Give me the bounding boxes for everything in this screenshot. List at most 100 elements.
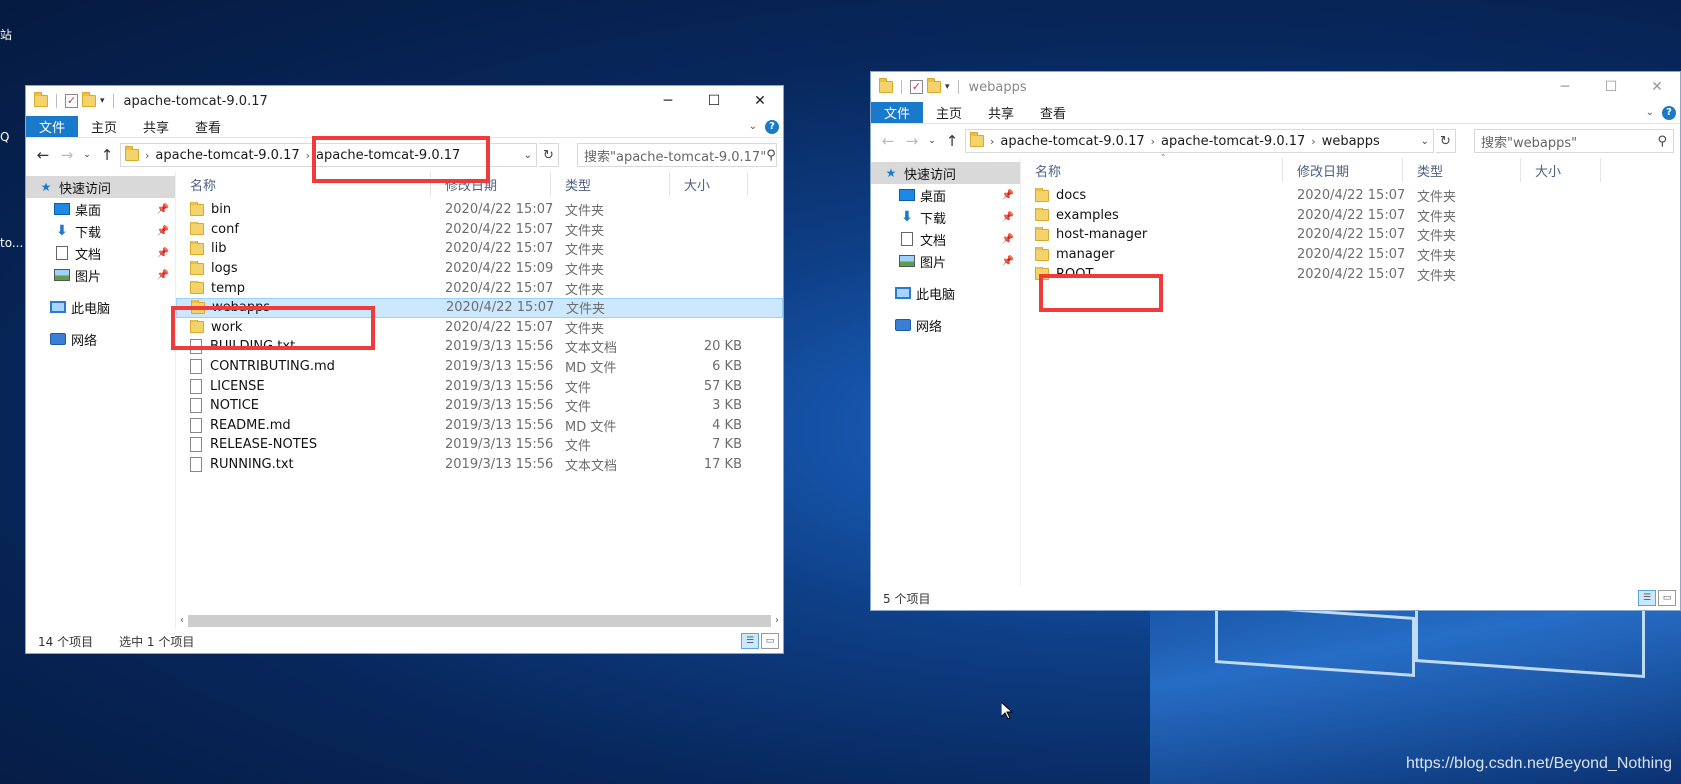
file-row[interactable]: webapps 2020/4/22 15:07 文件夹 [176, 297, 783, 318]
file-row[interactable]: conf 2020/4/22 15:07 文件夹 [176, 220, 783, 240]
nav-documents[interactable]: 文档 📌 [871, 228, 1020, 250]
properties-icon[interactable]: ✓ [910, 80, 923, 94]
breadcrumb-item[interactable]: apache-tomcat-9.0.17 [1000, 134, 1144, 149]
file-row[interactable]: LICENSE 2019/3/13 15:56 文件 57 KB [176, 376, 783, 396]
customize-dropdown-icon[interactable]: ▾ [100, 96, 105, 106]
column-type[interactable]: 类型 [1403, 158, 1521, 182]
nav-network[interactable]: 网络 [871, 314, 1020, 336]
file-row[interactable]: docs 2020/4/22 15:07 文件夹 [1021, 186, 1680, 206]
file-row[interactable]: temp 2020/4/22 15:07 文件夹 [176, 278, 783, 298]
tab-home[interactable]: 主页 [923, 102, 975, 123]
file-row[interactable]: host-manager 2020/4/22 15:07 文件夹 [1021, 225, 1680, 245]
search-input[interactable]: 搜索"apache-tomcat-9.0.17" ⚲ [577, 143, 777, 167]
tab-view[interactable]: 查看 [1027, 102, 1079, 123]
address-bar[interactable]: › apache-tomcat-9.0.17 › apache-tomcat-9… [965, 129, 1434, 153]
large-icons-view-icon[interactable]: ▭ [1658, 590, 1676, 606]
file-row[interactable]: RELEASE-NOTES 2019/3/13 15:56 文件 7 KB [176, 435, 783, 455]
refresh-icon[interactable]: ↻ [539, 143, 559, 167]
pin-icon[interactable]: 📌 [157, 248, 169, 259]
tab-share[interactable]: 共享 [975, 102, 1027, 123]
pin-icon[interactable]: 📌 [157, 204, 169, 215]
tab-share[interactable]: 共享 [130, 116, 182, 137]
tab-home[interactable]: 主页 [78, 116, 130, 137]
desktop-edge-label[interactable]: 站 [0, 26, 12, 43]
nav-quick-access[interactable]: ★ 快速访问 [871, 162, 1020, 184]
details-view-icon[interactable]: ☰ [741, 633, 759, 649]
pin-icon[interactable]: 📌 [1002, 256, 1014, 267]
file-row[interactable]: logs 2020/4/22 15:09 文件夹 [176, 259, 783, 279]
nav-pictures[interactable]: 图片 📌 [871, 250, 1020, 272]
nav-desktop[interactable]: 桌面 📌 [871, 184, 1020, 206]
tab-view[interactable]: 查看 [182, 116, 234, 137]
chevron-right-icon[interactable]: › [990, 135, 994, 148]
column-name[interactable]: 名称 [1021, 158, 1283, 182]
pin-icon[interactable]: 📌 [1002, 190, 1014, 201]
up-button[interactable]: ↑ [941, 132, 963, 150]
scroll-left-icon[interactable]: ‹ [180, 615, 184, 626]
file-row[interactable]: work 2020/4/22 15:07 文件夹 [176, 318, 783, 338]
search-icon[interactable]: ⚲ [766, 148, 776, 163]
file-row[interactable]: ROOT 2020/4/22 15:07 文件夹 [1021, 264, 1680, 284]
search-input[interactable]: 搜索"webapps" ⚲ [1474, 129, 1674, 153]
refresh-icon[interactable]: ↻ [1436, 129, 1456, 153]
desktop-edge-label[interactable]: to... [0, 236, 23, 250]
file-row[interactable]: manager 2020/4/22 15:07 文件夹 [1021, 245, 1680, 265]
recent-locations-icon[interactable]: ⌄ [925, 136, 939, 146]
file-row[interactable]: bin 2020/4/22 15:07 文件夹 [176, 200, 783, 220]
column-name[interactable]: 名称 [176, 172, 431, 196]
breadcrumb-item[interactable]: webapps [1322, 134, 1380, 149]
address-dropdown-icon[interactable]: ⌄ [520, 150, 536, 161]
file-row[interactable]: lib 2020/4/22 15:07 文件夹 [176, 239, 783, 259]
forward-button[interactable]: → [901, 132, 923, 150]
horizontal-scrollbar[interactable]: ‹ › [176, 612, 783, 629]
up-button[interactable]: ↑ [96, 146, 118, 164]
column-size[interactable]: 大小 [1521, 158, 1601, 182]
maximize-button[interactable]: ☐ [691, 86, 737, 116]
recent-locations-icon[interactable]: ⌄ [80, 150, 94, 160]
title-bar[interactable]: ✓ ▾ apache-tomcat-9.0.17 ─ ☐ ✕ [26, 86, 783, 116]
nav-this-pc[interactable]: 此电脑 [871, 282, 1020, 304]
properties-icon[interactable]: ✓ [65, 94, 78, 108]
close-button[interactable]: ✕ [1634, 72, 1680, 102]
large-icons-view-icon[interactable]: ▭ [761, 633, 779, 649]
chevron-right-icon[interactable]: › [1151, 135, 1155, 148]
back-button[interactable]: ← [877, 132, 899, 150]
expand-ribbon-icon[interactable]: ⌄ [1646, 107, 1654, 118]
title-bar[interactable]: ✓ ▾ webapps ─ ☐ ✕ [871, 72, 1680, 102]
file-row[interactable]: examples 2020/4/22 15:07 文件夹 [1021, 206, 1680, 226]
file-row[interactable]: CONTRIBUTING.md 2019/3/13 15:56 MD 文件 6 KB [176, 357, 783, 377]
nav-network[interactable]: 网络 [26, 328, 175, 350]
pin-icon[interactable]: 📌 [1002, 212, 1014, 223]
breadcrumb-item[interactable]: apache-tomcat-9.0.17 [155, 148, 299, 163]
desktop-edge-label[interactable]: Q [0, 130, 9, 144]
nav-quick-access[interactable]: ★ 快速访问 [26, 176, 175, 198]
pin-icon[interactable]: 📌 [157, 226, 169, 237]
breadcrumb-item[interactable]: apache-tomcat-9.0.17 [1161, 134, 1305, 149]
pin-icon[interactable]: 📌 [157, 270, 169, 281]
breadcrumb-item[interactable]: apache-tomcat-9.0.17 [316, 148, 460, 163]
file-row[interactable]: RUNNING.txt 2019/3/13 15:56 文本文档 17 KB [176, 455, 783, 475]
nav-documents[interactable]: 文档 📌 [26, 242, 175, 264]
column-size[interactable]: 大小 [670, 172, 748, 196]
nav-desktop[interactable]: 桌面 📌 [26, 198, 175, 220]
scroll-right-icon[interactable]: › [775, 615, 779, 626]
details-view-icon[interactable]: ☰ [1638, 590, 1656, 606]
nav-this-pc[interactable]: 此电脑 [26, 296, 175, 318]
maximize-button[interactable]: ☐ [1588, 72, 1634, 102]
search-icon[interactable]: ⚲ [1657, 134, 1667, 149]
pin-icon[interactable]: 📌 [1002, 234, 1014, 245]
file-row[interactable]: BUILDING.txt 2019/3/13 15:56 文本文档 20 KB [176, 337, 783, 357]
minimize-button[interactable]: ─ [1542, 72, 1588, 102]
column-date[interactable]: 修改日期 [1283, 158, 1403, 182]
help-icon[interactable]: ? [1662, 105, 1676, 120]
tab-file[interactable]: 文件 [871, 102, 924, 123]
customize-dropdown-icon[interactable]: ▾ [945, 82, 950, 92]
nav-downloads[interactable]: ⬇ 下载 📌 [871, 206, 1020, 228]
back-button[interactable]: ← [32, 146, 54, 164]
nav-downloads[interactable]: ⬇ 下载 📌 [26, 220, 175, 242]
close-button[interactable]: ✕ [737, 86, 783, 116]
new-folder-icon[interactable] [82, 92, 96, 107]
minimize-button[interactable]: ─ [645, 86, 691, 116]
tab-file[interactable]: 文件 [26, 116, 79, 137]
help-icon[interactable]: ? [765, 119, 779, 134]
